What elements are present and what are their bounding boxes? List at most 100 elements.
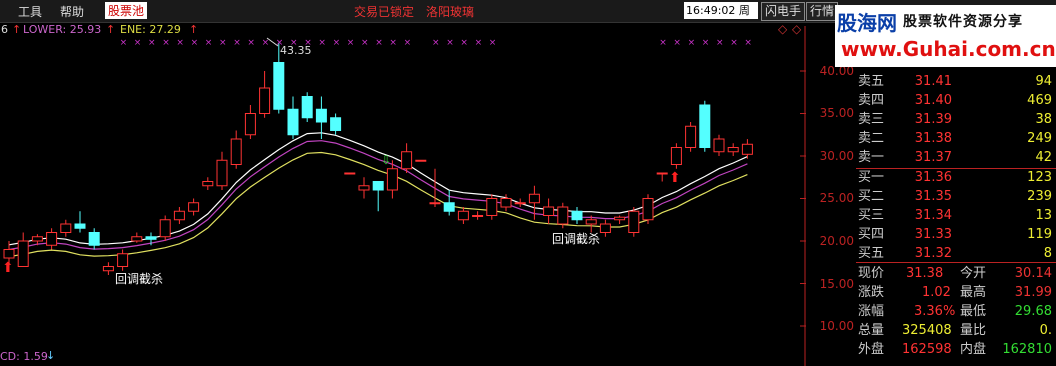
level-label: 买二 — [858, 189, 885, 204]
candle-body — [301, 96, 313, 119]
quote-button[interactable]: 行情 — [806, 2, 839, 21]
candle-body — [88, 232, 100, 246]
bid-row[interactable]: 买五 31.32 8 — [856, 244, 1056, 263]
ask-row[interactable]: 卖三 31.39 38 — [856, 110, 1056, 129]
candle-body — [173, 210, 185, 221]
signal-marker: × — [432, 38, 440, 48]
menu-help[interactable]: 帮助 — [60, 3, 84, 20]
candle-body — [585, 219, 597, 225]
outer-value: 162598 — [902, 342, 952, 357]
candle-body — [60, 223, 72, 233]
bid-row[interactable]: 买二 31.35 239 — [856, 187, 1056, 206]
open-label: 今开 — [960, 266, 987, 281]
low-label: 最低 — [960, 304, 987, 319]
signal-marker: × — [219, 38, 227, 48]
candle-body — [401, 151, 413, 170]
signal-marker: × — [446, 38, 454, 48]
signal-marker: × — [247, 38, 255, 48]
pct-label: 涨幅 — [858, 304, 885, 319]
candle-body — [287, 108, 299, 136]
level-label: 买五 — [858, 246, 885, 261]
signal-marker: × — [318, 38, 326, 48]
level-label: 卖三 — [858, 112, 885, 127]
price-axis-tick: 10.00 — [819, 319, 854, 333]
bid-row[interactable]: 买一 31.36 123 — [856, 168, 1056, 187]
bid-row[interactable]: 买三 31.34 13 — [856, 206, 1056, 225]
signal-marker: × — [347, 38, 355, 48]
level-price: 31.41 — [914, 74, 952, 89]
signal-marker: × — [730, 38, 738, 48]
candle-body — [685, 125, 697, 148]
ask-row[interactable]: 卖二 31.38 249 — [856, 129, 1056, 148]
candle-body — [102, 266, 114, 272]
signal-marker: × — [191, 38, 199, 48]
low-value: 29.68 — [1014, 304, 1052, 319]
level-label: 买三 — [858, 208, 885, 223]
candle-body — [358, 185, 370, 191]
signal-marker: × — [475, 38, 483, 48]
price-axis-tick: 15.00 — [819, 277, 854, 291]
flash-trade-button[interactable]: 闪电手 — [761, 2, 806, 21]
clock: 16:49:02 周一 — [684, 2, 758, 34]
signal-marker: × — [333, 38, 341, 48]
signal-marker: × — [702, 38, 710, 48]
candle-body — [614, 216, 626, 221]
menu-stock-pool[interactable]: 股票池 — [105, 2, 148, 19]
ask-row[interactable]: 卖四 31.40 469 — [856, 91, 1056, 110]
ask-row[interactable]: 卖五 31.41 94 — [856, 72, 1056, 91]
level-price: 31.33 — [914, 227, 952, 242]
signal-marker: × — [262, 38, 270, 48]
candle-body — [273, 62, 285, 110]
trade-lock-status: 交易已锁定 — [354, 5, 415, 19]
level-price: 31.37 — [914, 150, 952, 165]
candle-body — [443, 202, 455, 212]
buy-arrow-icon: ⬆ — [2, 260, 14, 276]
candle-body — [699, 104, 711, 148]
level-volume: 42 — [1035, 150, 1052, 165]
signal-marker: × — [205, 38, 213, 48]
level-label: 卖四 — [858, 93, 885, 108]
bid-row[interactable]: 买四 31.33 119 — [856, 225, 1056, 244]
volume-value: 325408 — [902, 323, 952, 338]
pullback-label-1: 回调截杀 — [115, 271, 163, 286]
level-price: 31.34 — [914, 208, 952, 223]
menu-tools[interactable]: 工具 — [18, 3, 42, 20]
signal-marker: × — [134, 38, 142, 48]
volume-label: 总量 — [858, 323, 885, 338]
candle-body — [656, 172, 668, 175]
candle-body — [500, 198, 512, 208]
divider — [856, 262, 1056, 263]
signal-marker: × — [148, 38, 156, 48]
quote-row: 涨跌 1.02 最高 31.99 — [856, 283, 1056, 302]
price-axis-tick: 35.00 — [819, 106, 854, 120]
signal-marker: × — [744, 38, 752, 48]
level-volume: 123 — [1027, 170, 1052, 185]
candle-body — [202, 181, 214, 187]
stock-name: 洛阳玻璃 — [426, 5, 475, 19]
ask-row[interactable]: 卖一 31.37 42 — [856, 148, 1056, 167]
signal-marker: × — [233, 38, 241, 48]
candle-body — [642, 198, 654, 221]
macd-value: CD: 1.59 — [0, 350, 48, 363]
candle-body — [670, 147, 682, 165]
high-label: 最高 — [960, 285, 987, 300]
candle-body — [372, 181, 384, 191]
candle-body — [543, 206, 555, 216]
signal-marker: × — [389, 38, 397, 48]
level-label: 卖五 — [858, 74, 885, 89]
quote-row: 总量 325408 量比 0. — [856, 321, 1056, 340]
signal-marker: × — [716, 38, 724, 48]
candle-body — [528, 193, 540, 204]
candle-body — [599, 223, 611, 233]
level-price: 31.40 — [914, 93, 952, 108]
price-value: 31.38 — [906, 266, 944, 281]
ratio-value: 0. — [1039, 323, 1052, 338]
candle-body — [188, 202, 200, 212]
quote-row: 现价 31.38 今开 30.14 — [856, 264, 1056, 283]
down-arrow-icon: ↓ — [46, 349, 56, 362]
candle-body — [315, 108, 327, 123]
signal-marker: × — [375, 38, 383, 48]
level-label: 买四 — [858, 227, 885, 242]
pct-value: 3.36% — [914, 304, 956, 319]
candle-body — [415, 159, 427, 162]
